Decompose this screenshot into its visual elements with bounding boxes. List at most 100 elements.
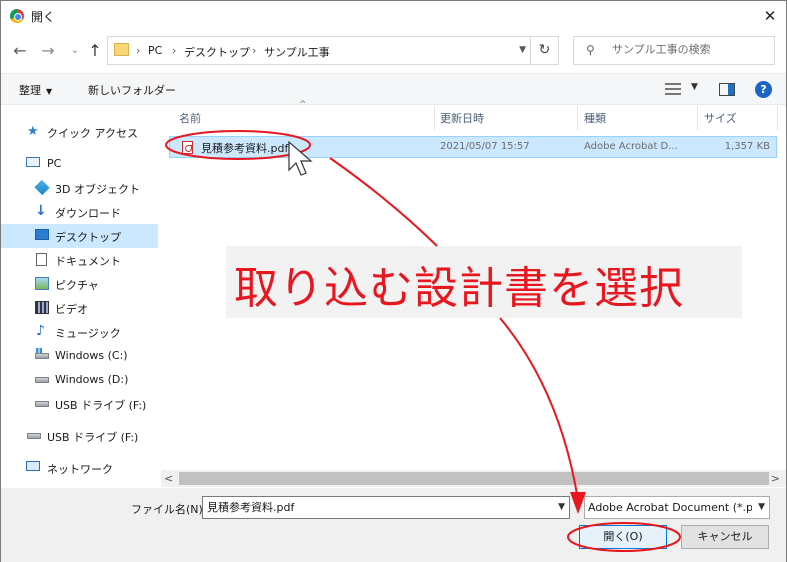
document-icon xyxy=(36,253,47,266)
sidebar-item-label: ドキュメント xyxy=(55,255,121,268)
scroll-left-icon[interactable]: < xyxy=(164,470,173,487)
file-modified: 2021/05/07 15:57 xyxy=(440,141,530,152)
sidebar-item-usb-drive-root[interactable]: USB ドライブ (F:) xyxy=(1,424,158,448)
up-folder-button[interactable]: ↑ xyxy=(85,41,105,61)
sidebar-item-pc[interactable]: PC xyxy=(1,152,158,176)
view-options-dropdown[interactable]: ▼ xyxy=(691,82,698,92)
sidebar-item-label: Windows (D:) xyxy=(55,373,129,386)
drive-icon xyxy=(35,348,49,359)
column-header-size[interactable]: サイズ xyxy=(704,110,737,126)
sidebar-item-downloads[interactable]: ↓ ダウンロード xyxy=(1,200,158,224)
annotation-callout: 取り込む設計書を選択 xyxy=(226,246,742,318)
breadcrumb-desktop[interactable]: デスクトップ xyxy=(184,44,250,60)
title-bar: 開く ✕ xyxy=(1,1,786,31)
dialog-footer: ファイル名(N): ▼ Adobe Acrobat Document (*.pc… xyxy=(1,488,786,562)
navigation-pane: ★ クイック アクセス PC 3D オブジェクト ↓ ダウンロード デスクトップ… xyxy=(1,106,159,486)
sidebar-item-documents[interactable]: ドキュメント xyxy=(1,248,158,272)
desktop-icon xyxy=(35,229,49,240)
view-details-icon[interactable] xyxy=(665,83,681,95)
annotation-text: 取り込む設計書を選択 xyxy=(234,263,684,314)
pictures-icon xyxy=(35,277,49,290)
breadcrumb-pc[interactable]: PC xyxy=(148,44,162,57)
column-header-type[interactable]: 種類 xyxy=(584,110,606,126)
search-input[interactable] xyxy=(612,43,772,56)
breadcrumb-sample-project[interactable]: サンプル工事 xyxy=(264,44,330,60)
back-button[interactable]: ← xyxy=(10,41,30,61)
music-icon: ♪ xyxy=(36,323,45,339)
sidebar-item-label: ビデオ xyxy=(55,303,88,316)
sidebar-item-label: クイック アクセス xyxy=(47,127,138,140)
sidebar-item-label: ピクチャ xyxy=(55,279,99,292)
download-icon: ↓ xyxy=(35,203,47,219)
search-icon: ⚲ xyxy=(586,43,595,57)
column-header-name[interactable]: 名前 xyxy=(179,110,201,126)
filetype-value: Adobe Acrobat Document (*.pc xyxy=(588,501,752,514)
chevron-down-icon: ▼ xyxy=(46,87,53,96)
sidebar-item-3d-objects[interactable]: 3D オブジェクト xyxy=(1,176,158,200)
organize-label: 整理 xyxy=(19,84,41,97)
sidebar-item-label: USB ドライブ (F:) xyxy=(55,399,147,412)
sidebar-item-quick-access[interactable]: ★ クイック アクセス xyxy=(1,120,158,144)
computer-icon xyxy=(26,157,40,167)
column-divider[interactable] xyxy=(434,106,435,130)
sidebar-item-label: USB ドライブ (F:) xyxy=(47,431,139,444)
breadcrumb-separator[interactable]: › xyxy=(136,44,140,57)
dialog-title: 開く xyxy=(31,10,56,24)
file-type: Adobe Acrobat D... xyxy=(584,141,678,152)
sidebar-item-label: PC xyxy=(47,157,62,170)
filename-combo[interactable]: ▼ xyxy=(202,496,570,519)
star-icon: ★ xyxy=(27,124,39,139)
filename-label: ファイル名(N): xyxy=(131,503,207,516)
filename-input[interactable] xyxy=(207,500,547,513)
refresh-button[interactable]: ↻ xyxy=(531,36,559,65)
search-box[interactable]: ⚲ xyxy=(573,36,775,65)
file-name: 見積参考資料.pdf xyxy=(201,142,289,155)
recent-locations-dropdown[interactable]: ⌄ xyxy=(65,41,85,61)
sidebar-item-pictures[interactable]: ピクチャ xyxy=(1,272,158,296)
sidebar-item-network[interactable]: ネットワーク xyxy=(1,456,158,480)
forward-button[interactable]: → xyxy=(38,41,58,61)
breadcrumb-separator[interactable]: › xyxy=(252,44,256,57)
breadcrumb-separator[interactable]: › xyxy=(172,44,176,57)
preview-pane-icon[interactable] xyxy=(719,83,735,96)
column-divider[interactable] xyxy=(777,106,778,130)
sidebar-item-drive-d[interactable]: Windows (D:) xyxy=(1,368,158,392)
cancel-button[interactable]: キャンセル xyxy=(681,525,769,549)
help-icon[interactable]: ? xyxy=(755,81,772,98)
drive-icon xyxy=(35,377,49,383)
sidebar-item-label: Windows (C:) xyxy=(55,349,128,362)
sidebar-item-label: ダウンロード xyxy=(55,207,121,220)
sidebar-item-videos[interactable]: ビデオ xyxy=(1,296,158,320)
sidebar-item-label: ネットワーク xyxy=(47,463,113,476)
chevron-down-icon[interactable]: ▼ xyxy=(558,502,565,512)
column-header-modified[interactable]: 更新日時 xyxy=(440,110,484,126)
video-icon xyxy=(35,301,49,314)
scrollbar-thumb[interactable] xyxy=(179,472,769,485)
chevron-down-icon: ▼ xyxy=(758,502,765,512)
sidebar-item-label: デスクトップ xyxy=(55,231,121,244)
sidebar-item-label: ミュージック xyxy=(55,327,121,340)
close-button[interactable]: ✕ xyxy=(753,4,787,28)
pdf-icon xyxy=(182,141,193,154)
folder-icon xyxy=(114,43,129,56)
open-button[interactable]: 開く(O) xyxy=(579,525,667,549)
chevron-down-icon[interactable]: ▼ xyxy=(519,45,526,55)
filetype-select[interactable]: Adobe Acrobat Document (*.pc ▼ xyxy=(584,496,770,519)
column-divider[interactable] xyxy=(697,106,698,130)
network-icon xyxy=(26,461,40,471)
sidebar-item-usb-drive[interactable]: USB ドライブ (F:) xyxy=(1,392,158,416)
sort-ascending-icon: ^ xyxy=(299,100,307,110)
organize-button[interactable]: 整理 ▼ xyxy=(19,82,52,98)
sidebar-item-drive-c[interactable]: Windows (C:) xyxy=(1,344,158,368)
file-row[interactable]: 見積参考資料.pdf 2021/05/07 15:57 Adobe Acroba… xyxy=(169,136,777,158)
file-size: 1,357 KB xyxy=(724,141,770,152)
chrome-icon xyxy=(10,9,24,23)
column-divider[interactable] xyxy=(577,106,578,130)
address-bar[interactable]: › PC › デスクトップ › サンプル工事 ▼ xyxy=(107,36,531,65)
usb-drive-icon xyxy=(35,401,49,407)
sidebar-item-music[interactable]: ♪ ミュージック xyxy=(1,320,158,344)
sidebar-item-desktop[interactable]: デスクトップ xyxy=(1,224,158,248)
scroll-right-icon[interactable]: > xyxy=(771,470,780,487)
horizontal-scrollbar[interactable]: < > xyxy=(161,470,786,487)
new-folder-button[interactable]: 新しいフォルダー xyxy=(88,82,176,98)
